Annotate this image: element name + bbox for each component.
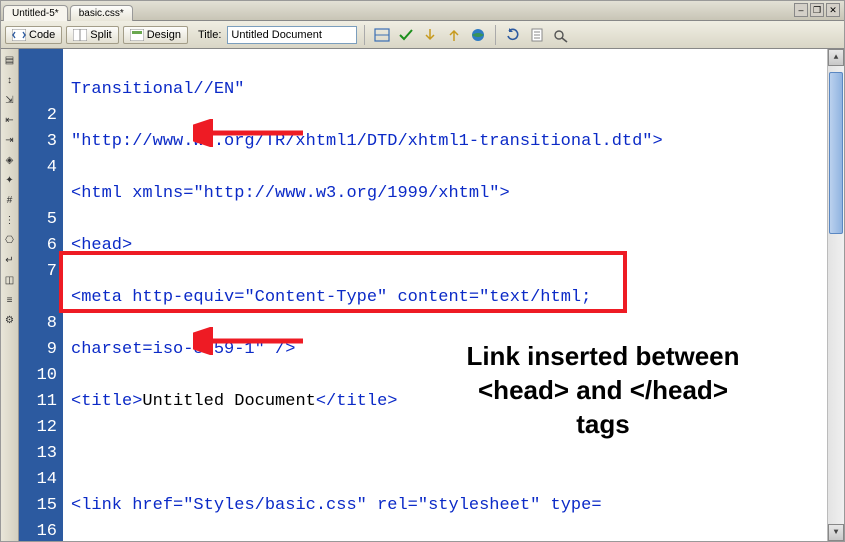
window-close-button[interactable]: ✕: [826, 3, 840, 17]
split-icon: [73, 29, 87, 41]
code-toolbar-vertical: ▤ ↕ ⇲ ⇤ ⇥ ◈ ✦ # ⋮ ⎔ ↵ ◫ ≡ ⚙: [1, 49, 19, 541]
collapse-icon[interactable]: ↕: [3, 73, 17, 87]
scroll-thumb[interactable]: [828, 66, 844, 524]
window-minimize-button[interactable]: –: [794, 3, 808, 17]
upload-icon[interactable]: [444, 25, 464, 45]
line-numbers-icon[interactable]: ⋮: [3, 213, 17, 227]
design-view-button[interactable]: Design: [123, 26, 188, 44]
ruler-icon[interactable]: ≡: [3, 293, 17, 307]
vertical-scrollbar[interactable]: ▲ ▼: [827, 49, 844, 541]
design-view-label: Design: [147, 29, 181, 41]
file-options-icon[interactable]: [527, 25, 547, 45]
code-view-button[interactable]: Code: [5, 26, 62, 44]
preview-globe-icon[interactable]: [468, 25, 488, 45]
split-view-label: Split: [90, 29, 111, 41]
snippets-icon[interactable]: ◫: [3, 273, 17, 287]
format-icon[interactable]: ⚙: [3, 313, 17, 327]
code-content[interactable]: Transitional//EN" "http://www.w3.org/TR/…: [63, 49, 827, 541]
browser-check-icon[interactable]: [396, 25, 416, 45]
code-icon: [12, 29, 26, 41]
code-view-label: Code: [29, 29, 55, 41]
expand-icon[interactable]: ⇲: [3, 93, 17, 107]
indent-icon[interactable]: ⇥: [3, 133, 17, 147]
word-wrap-icon[interactable]: ↵: [3, 253, 17, 267]
highlight-invalid-icon[interactable]: ⎔: [3, 233, 17, 247]
split-view-button[interactable]: Split: [66, 26, 118, 44]
line-number-gutter: 234 567 89101112131415161718: [19, 49, 63, 541]
file-tab-strip: Untitled-5* basic.css* – ❐ ✕: [1, 1, 844, 21]
parent-tag-icon[interactable]: ◈: [3, 153, 17, 167]
toolbar-separator: [495, 25, 496, 45]
nosplit-icon[interactable]: [372, 25, 392, 45]
design-icon: [130, 29, 144, 41]
tab-untitled-5[interactable]: Untitled-5*: [3, 5, 68, 21]
code-editor[interactable]: 234 567 89101112131415161718 Transitiona…: [19, 49, 844, 541]
refresh-icon[interactable]: [503, 25, 523, 45]
document-toolbar: Code Split Design Title:: [1, 21, 844, 49]
balance-braces-icon[interactable]: #: [3, 193, 17, 207]
select-tag-icon[interactable]: ✦: [3, 173, 17, 187]
title-field-label: Title:: [198, 29, 221, 41]
validate-icon[interactable]: [420, 25, 440, 45]
outdent-icon[interactable]: ⇤: [3, 113, 17, 127]
document-title-input[interactable]: [227, 26, 357, 44]
scroll-down-button[interactable]: ▼: [828, 524, 844, 541]
open-documents-icon[interactable]: ▤: [3, 53, 17, 67]
visual-aids-icon[interactable]: [551, 25, 571, 45]
tab-basic-css[interactable]: basic.css*: [70, 5, 133, 21]
toolbar-separator: [364, 25, 365, 45]
scroll-up-button[interactable]: ▲: [828, 49, 844, 66]
window-restore-button[interactable]: ❐: [810, 3, 824, 17]
